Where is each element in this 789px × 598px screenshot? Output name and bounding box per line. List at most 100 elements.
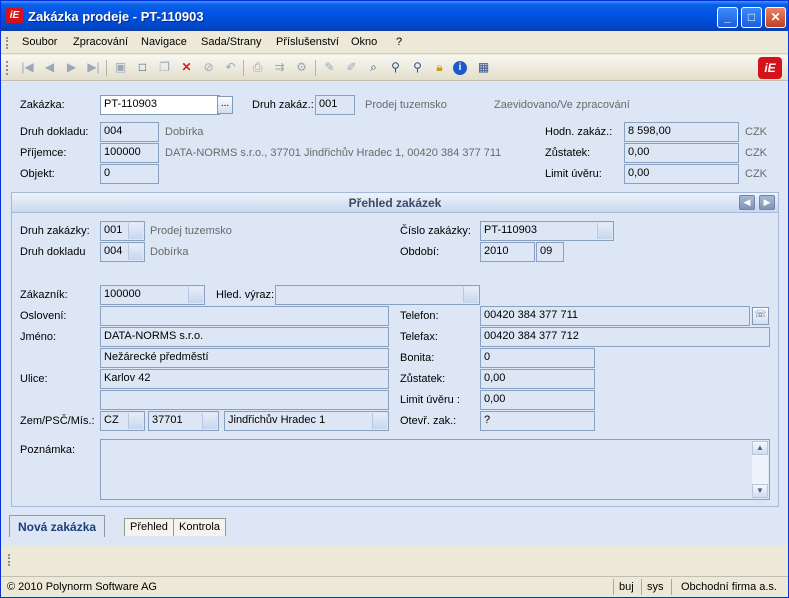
panel-druh-dokladu-select[interactable]: 004 [100,242,145,262]
delete-icon[interactable]: ✕ [178,59,195,76]
menu-help[interactable]: ? [396,36,402,48]
obdobi-year-field[interactable]: 2010 [480,242,535,262]
druh-dokladu-label: Druh dokladu: [20,126,89,138]
zakazka-input[interactable]: PT-110903 [100,95,220,115]
user-text: buj [619,581,634,593]
druh-zakaz-text: Prodej tuzemsko [365,99,447,111]
app-icon[interactable]: iE [6,8,23,23]
misto-select[interactable]: Jindřichův Hradec 1 [224,411,389,431]
minimize-button[interactable]: _ [717,7,738,28]
lock-icon[interactable]: 🔒︎ [431,59,448,76]
panel-next-button[interactable]: ▶ [759,195,775,210]
currency-3: CZK [745,168,767,180]
currency-2: CZK [745,147,767,159]
telefon-label: Telefon: [400,310,439,322]
find-icon[interactable]: ⚲ [387,59,404,76]
limit-uveru-label: Limit úvěru: [545,168,602,180]
panel-prev-button[interactable]: ◀ [739,195,755,210]
otevr-zak-label: Otevř. zak.: [400,415,457,427]
jmeno-label: Jméno: [20,331,57,343]
menu-sada-strany[interactable]: Sada/Strany [201,36,262,48]
maximize-button[interactable]: □ [741,7,762,28]
find-user-icon[interactable]: ⚲ [409,59,426,76]
jmeno2-field[interactable]: Nežárecké předměstí [100,348,389,368]
pen-icon[interactable]: ✐ [343,59,360,76]
new-icon[interactable]: □ [134,59,151,76]
jmeno-field[interactable]: DATA-NORMS s.r.o. [100,327,389,347]
hodn-zakaz-label: Hodn. zakáz.: [545,126,613,138]
zakaznik-select[interactable]: 100000 [100,285,205,305]
menu-prislusenstvi[interactable]: Příslušenství [276,36,339,48]
tab-nova-zakazka[interactable]: Nová zakázka [9,515,106,537]
last-icon[interactable]: ▶| [85,59,102,76]
zakazka-lookup-button[interactable]: ... [217,96,233,114]
poznamka-scrollbar[interactable]: ▲ ▼ [752,441,768,498]
calculator-icon[interactable]: ▦ [475,59,492,76]
zakaznik-label: Zákazník: [20,289,68,301]
zustatek-label: Zůstatek: [545,147,591,159]
copy-icon[interactable]: ❐ [156,59,173,76]
tab-kontrola[interactable]: Kontrola [173,518,226,536]
telefax-field[interactable]: 00420 384 377 712 [480,327,770,347]
druh-zakazky-text: Prodej tuzemsko [150,225,232,237]
hodn-zakaz-field: 8 598,00 [624,122,739,142]
tab-prehled[interactable]: Přehled [124,518,174,536]
main-window: iE Zakázka prodeje - PT-110903 _ □ ✕ Sou… [0,0,789,598]
cancel-icon[interactable]: ⊘ [200,59,217,76]
objekt-field: 0 [100,164,159,184]
poznamka-textarea[interactable]: ▲ ▼ [100,439,770,500]
menu-grip[interactable] [6,37,9,49]
hled-vyraz-select[interactable] [275,285,480,305]
copyright-text: © 2010 Polynorm Software AG [7,581,157,593]
info-icon[interactable]: i [453,61,467,75]
telefax-label: Telefax: [400,331,438,343]
title-bar[interactable]: iE Zakázka prodeje - PT-110903 _ □ ✕ [1,1,788,31]
scroll-down-icon[interactable]: ▼ [752,484,768,498]
menu-okno[interactable]: Okno [351,36,377,48]
scroll-up-icon[interactable]: ▲ [752,441,768,455]
secondary-toolbar [1,546,788,575]
bonita-field: 0 [480,348,595,368]
prev-icon[interactable]: ◀ [41,59,58,76]
save-icon[interactable]: ▣ [112,59,129,76]
settings-icon[interactable]: ⚙ [293,59,310,76]
window-title: Zakázka prodeje - PT-110903 [28,9,204,24]
next-icon[interactable]: ▶ [63,59,80,76]
zakazka-label: Zakázka: [20,99,65,111]
first-icon[interactable]: |◀ [19,59,36,76]
panel-druh-dokladu-text: Dobírka [150,246,189,258]
print-icon[interactable]: ⎙ [249,59,266,76]
telefon-field[interactable]: 00420 384 377 711 [480,306,750,326]
menu-bar: Soubor Zpracování Navigace Sada/Strany P… [1,32,788,54]
obdobi-month-field[interactable]: 09 [536,242,564,262]
menu-soubor[interactable]: Soubor [22,36,57,48]
close-button[interactable]: ✕ [765,7,786,28]
osloveni-field[interactable] [100,306,389,326]
psc-select[interactable]: 37701 [148,411,219,431]
druh-dokladu-field: 004 [100,122,159,142]
edit-icon[interactable]: ✎ [321,59,338,76]
bonita-label: Bonita: [400,352,435,364]
undo-icon[interactable]: ↶ [222,59,239,76]
company-text: Obchodní firma a.s. [681,581,777,593]
menu-navigace[interactable]: Navigace [141,36,187,48]
export-icon[interactable]: ⇉ [271,59,288,76]
limit-uveru-field: 0,00 [624,164,739,184]
objekt-label: Objekt: [20,168,55,180]
prijemce-text: DATA-NORMS s.r.o., 37701 Jindřichův Hrad… [165,147,502,159]
secondary-toolbar-grip[interactable] [8,554,11,566]
ulice-field[interactable]: Karlov 42 [100,369,389,389]
druh-zakazky-select[interactable]: 001 [100,221,145,241]
toolbar-grip[interactable] [6,61,9,75]
poznamka-label: Poznámka: [20,444,76,456]
phone-dial-icon[interactable]: ☏ [752,307,769,325]
panel-limit-label: Limit úvěru : [400,394,460,406]
zustatek-field: 0,00 [624,143,739,163]
menu-zpracovani[interactable]: Zpracování [73,36,128,48]
cislo-zakazky-select[interactable]: PT-110903 [480,221,614,241]
currency-1: CZK [745,126,767,138]
ulice2-field[interactable] [100,390,389,410]
search-text-icon[interactable]: ⌕ [365,59,382,76]
obdobi-label: Období: [400,246,440,258]
zem-select[interactable]: CZ [100,411,145,431]
